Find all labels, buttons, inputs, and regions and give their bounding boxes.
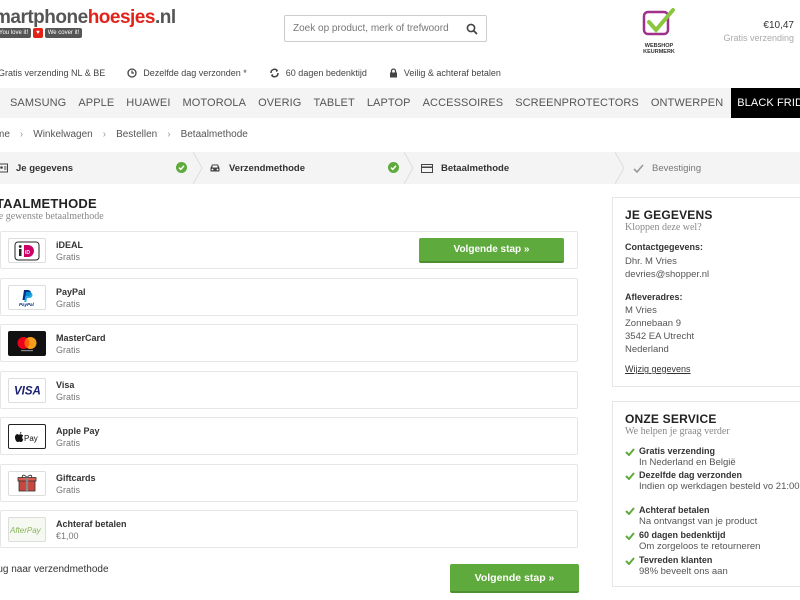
svg-text:AfterPay: AfterPay [9, 526, 42, 535]
step-betaalmethode[interactable]: Betaalmethode [421, 152, 509, 184]
page-subtitle: je gewenste betaalmethode [0, 211, 104, 222]
breadcrumb-bestellen[interactable]: Bestellen [116, 129, 157, 140]
search-button[interactable] [458, 16, 486, 41]
step-bevestiging: Bevestiging [633, 152, 701, 184]
service-panel: ONZE SERVICE We helpen je graag verder G… [612, 401, 800, 587]
panel-title: ONZE SERVICE [625, 412, 717, 426]
usp-item: 60 dagen bedenktijd [269, 68, 367, 78]
check-icon [625, 472, 635, 480]
address-line: Zonnebaan 9 [625, 318, 681, 329]
nav-item-motorola[interactable]: MOTOROLA [177, 88, 253, 118]
cart-price: €10,47 [763, 20, 794, 31]
applepay-logo: Pay [8, 424, 46, 449]
check-circle-icon [176, 162, 187, 173]
check-icon [625, 507, 635, 515]
payment-option-mastercard[interactable]: MasterCard Gratis [0, 324, 578, 362]
page-title: TAALMETHODE [0, 196, 97, 211]
svg-text:iD: iD [25, 250, 30, 256]
keurmerk-check-icon [642, 8, 675, 36]
svg-text:VISA: VISA [14, 386, 41, 398]
contact-name: Dhr. M Vries [625, 256, 677, 267]
nav-item-apple[interactable]: APPLE [72, 88, 120, 118]
giftcard-logo [8, 470, 46, 496]
address-label: Afleveradres: [625, 292, 683, 302]
check-icon [625, 557, 635, 565]
cart-shipping: Gratis verzending [723, 33, 794, 43]
customer-details-panel: JE GEGEVENS Kloppen deze wel? Contactgeg… [612, 197, 800, 387]
edit-details-link[interactable]: Wijzig gegevens [625, 364, 691, 374]
address-line: 3542 EA Utrecht [625, 331, 695, 342]
payment-option-visa[interactable]: VISA Visa Gratis [0, 370, 578, 409]
payment-option-paypal[interactable]: PayPal PayPal Gratis [0, 277, 578, 316]
nav-item-black-friday[interactable]: BLACK FRIDAY [731, 88, 800, 118]
nav-item-huawei[interactable]: HUAWEI [120, 88, 176, 118]
payment-option-ideal[interactable]: iD iDEAL Gratis Volgende stap » [0, 231, 578, 269]
nav-item-screenprotectors[interactable]: SCREENPROTECTORS [509, 88, 645, 118]
step-divider [404, 152, 414, 184]
contact-email: devries@shopper.nl [625, 269, 710, 280]
user-icon [0, 163, 8, 173]
next-step-button[interactable]: Volgende stap » [450, 564, 579, 593]
visa-logo: VISA [8, 377, 46, 403]
panel-subtitle: We helpen je graag verder [625, 426, 730, 437]
next-step-button-inline[interactable]: Volgende stap » [419, 238, 564, 263]
panel-subtitle: Kloppen deze wel? [625, 222, 702, 233]
payment-option-applepay[interactable]: Pay Apple Pay Gratis [0, 417, 578, 455]
main-nav: SAMSUNG APPLE HUAWEI MOTOROLA OVERIG TAB… [0, 88, 800, 118]
nav-item-ontwerpen[interactable]: ONTWERPEN [645, 88, 729, 118]
nav-item-overig[interactable]: OVERIG [252, 88, 307, 118]
breadcrumb-betaalmethode: Betaalmethode [180, 129, 248, 140]
chevron-right-icon: › [167, 129, 171, 140]
usp-bar: Gratis verzending NL & BE Dezelfde dag v… [0, 66, 523, 80]
contact-label: Contactgegevens: [625, 242, 704, 252]
usp-item: Veilig & achteraf betalen [389, 68, 501, 78]
search-box[interactable]: Zoek op product, merk of trefwoord [284, 15, 487, 42]
clock-icon [127, 68, 137, 78]
breadcrumb-winkelwagen[interactable]: Winkelwagen [33, 129, 92, 140]
payment-option-afterpay[interactable]: AfterPay Achteraf betalen €1,00 [0, 510, 578, 548]
step-je-gegevens[interactable]: Je gegevens [0, 152, 73, 184]
cart-summary[interactable]: €10,47 Gratis verzending [723, 20, 794, 43]
logo-tagline: You love it! ♥ We cover it! [0, 28, 83, 38]
step-divider [193, 152, 203, 184]
panel-title: JE GEGEVENS [625, 208, 713, 222]
search-input[interactable]: Zoek op product, merk of trefwoord [285, 23, 458, 34]
check-circle-icon [388, 162, 399, 173]
search-icon [466, 23, 478, 35]
nav-item-tablet[interactable]: TABLET [307, 88, 360, 118]
address-line: Nederland [625, 344, 669, 355]
step-verzendmethode[interactable]: Verzendmethode [209, 152, 305, 184]
svg-text:PayPal: PayPal [19, 302, 35, 307]
credit-card-icon [421, 163, 433, 173]
nav-item-laptop[interactable]: LAPTOP [361, 88, 417, 118]
usp-item: Gratis verzending NL & BE [0, 68, 106, 78]
check-icon [625, 448, 635, 456]
step-divider [615, 152, 625, 184]
site-logo[interactable]: martphonehoesjes.nl You love it! ♥ We co… [0, 7, 176, 42]
chevron-right-icon: › [19, 129, 24, 140]
afterpay-logo: AfterPay [8, 517, 46, 542]
logo-wordmark: martphonehoesjes.nl [0, 7, 176, 28]
chevron-right-icon: › [102, 129, 107, 140]
check-icon [625, 532, 635, 540]
breadcrumb: me › Winkelwagen › Bestellen › Betaalmet… [0, 129, 248, 140]
check-icon [633, 163, 644, 173]
refresh-icon [270, 68, 279, 78]
payment-option-giftcards[interactable]: Giftcards Gratis [0, 463, 578, 502]
breadcrumb-home[interactable]: me [0, 129, 10, 140]
mastercard-logo [8, 331, 46, 356]
car-icon [210, 164, 220, 172]
checkout-steps: Je gegevens Verzendmethode Betaalmethode… [0, 152, 800, 184]
usp-item: Dezelfde dag verzonden * [127, 68, 247, 78]
paypal-logo: PayPal [8, 284, 46, 310]
lock-icon [389, 68, 397, 78]
nav-item-samsung[interactable]: SAMSUNG [0, 88, 72, 118]
ideal-logo: iD [8, 238, 46, 263]
payment-method-list: iD iDEAL Gratis Volgende stap » PayPal P… [0, 231, 578, 557]
webshop-keurmerk-badge[interactable]: WEBSHOP KEURMERK [638, 8, 680, 58]
nav-item-accessoires[interactable]: ACCESSOIRES [417, 88, 510, 118]
address-line: M Vries [625, 305, 657, 316]
svg-text:Pay: Pay [24, 434, 38, 443]
back-to-shipping-link[interactable]: rug naar verzendmethode [0, 564, 109, 575]
